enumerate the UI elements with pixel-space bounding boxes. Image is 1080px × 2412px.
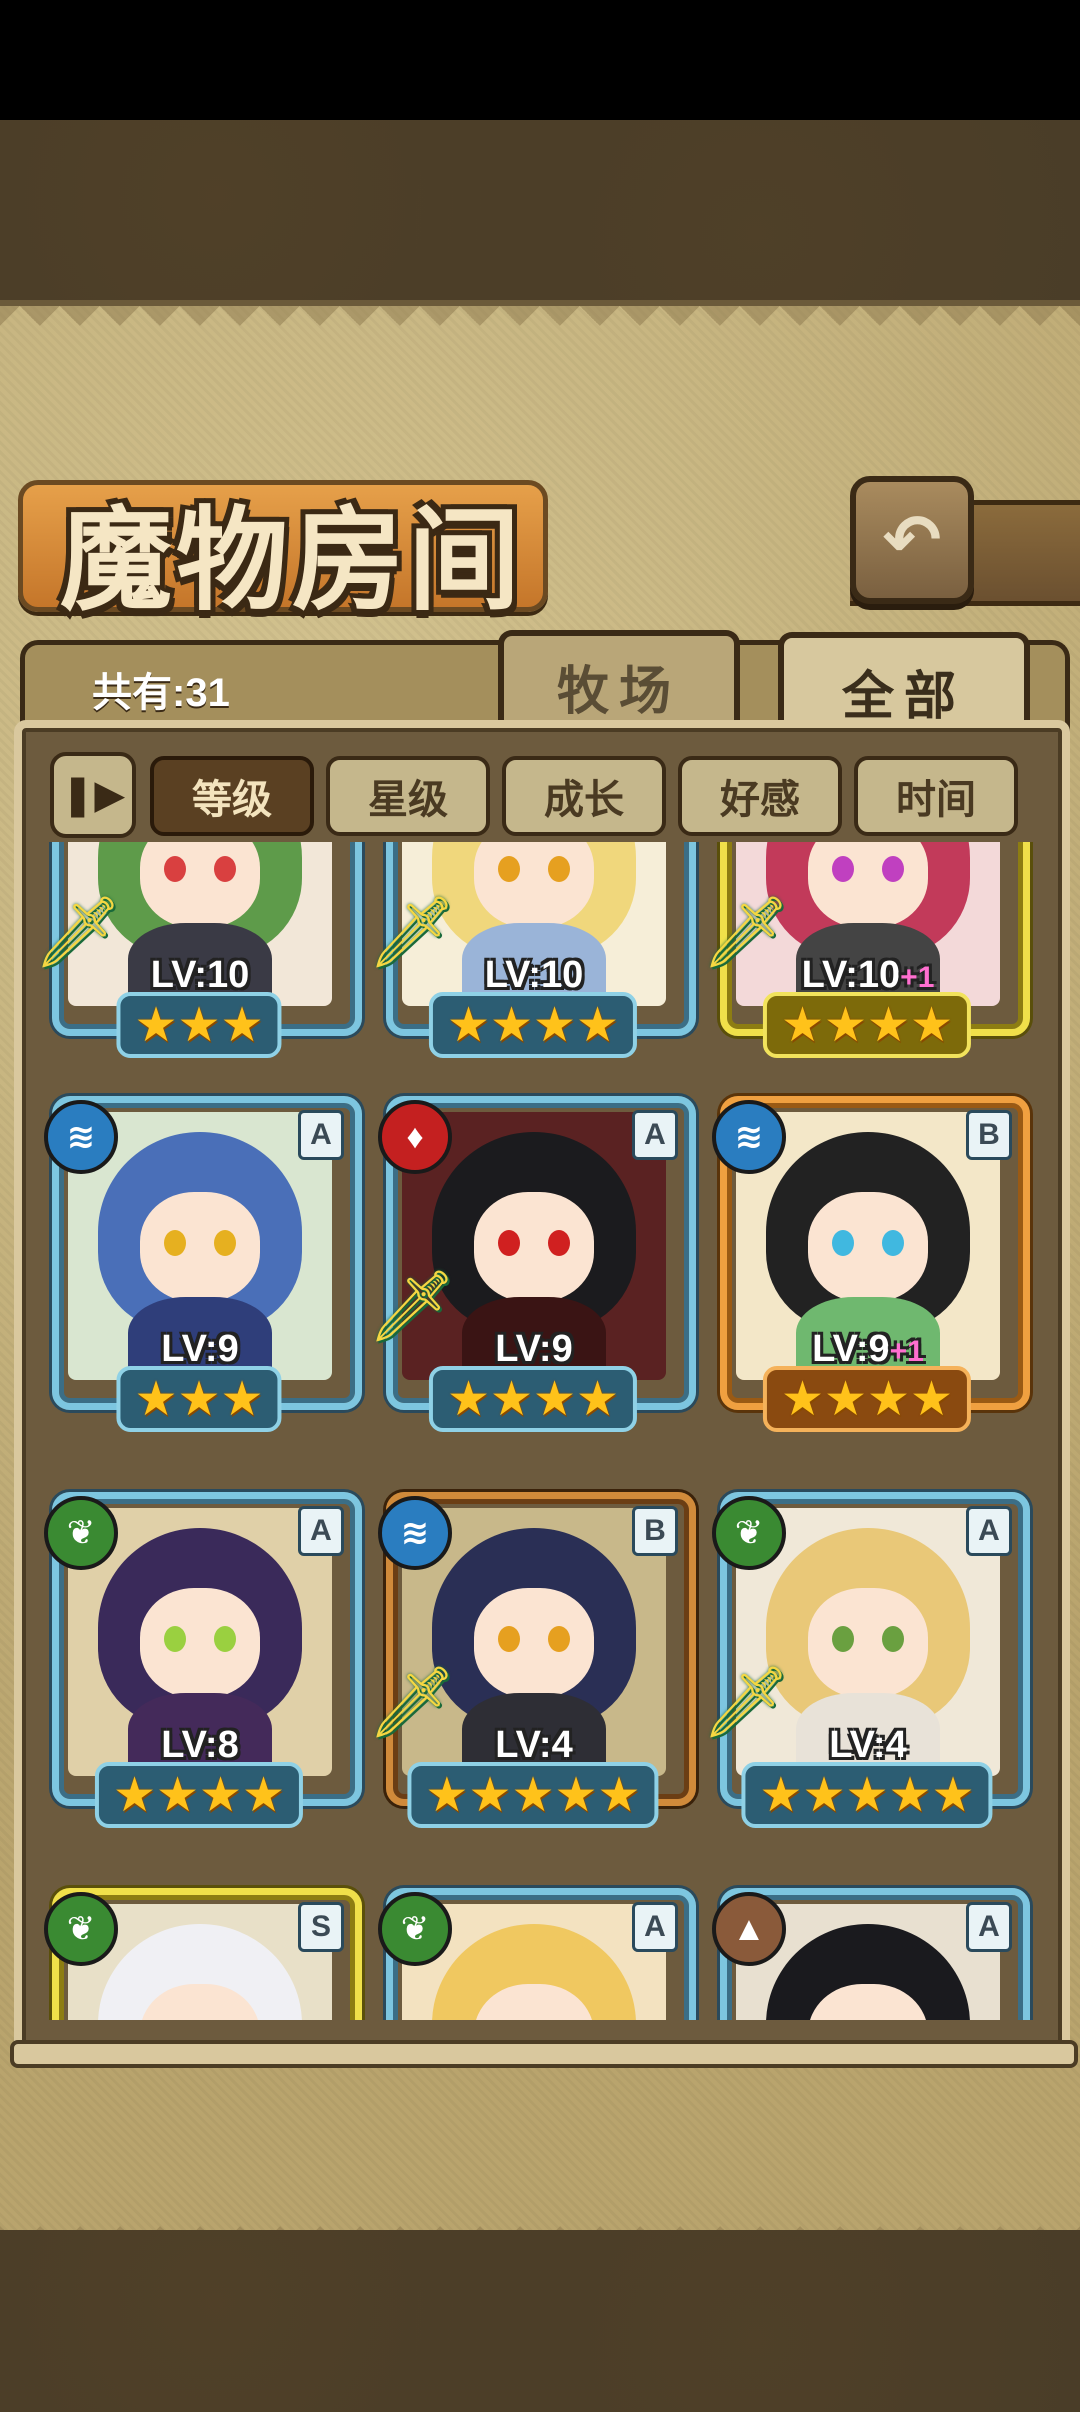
water-element-icon: ≋ — [378, 1496, 452, 1570]
monster-card[interactable]: ❦ A LV:8 ★★★★ — [40, 1492, 362, 1828]
monster-card[interactable]: ≋ B LV:9+1 ★★★★ — [708, 1096, 1030, 1432]
sort-time-button[interactable]: 时间 — [854, 756, 1018, 836]
rank-badge: A — [632, 1902, 678, 1952]
map-background-bottom — [0, 2230, 1080, 2412]
level-label: LV:9 — [414, 1328, 654, 1371]
level-value: LV:8 — [161, 1724, 239, 1766]
monster-card[interactable]: 🗡 LV:10+1 ★★★★ — [702, 842, 1030, 1058]
level-label: LV:9+1 — [748, 1328, 988, 1371]
star-rating: ★★★★★ — [407, 1762, 659, 1828]
rank-badge: A — [298, 1110, 344, 1160]
monster-card[interactable]: 🗡 LV:10 ★★★ — [40, 842, 362, 1058]
level-label: LV:9 — [80, 1328, 320, 1371]
monster-card[interactable]: ❦ A — [374, 1888, 696, 2020]
level-label: LV:4 — [748, 1724, 988, 1767]
monster-card[interactable]: 🗡 LV:10 ★★★★ — [368, 842, 696, 1058]
level-value: LV:9 — [161, 1328, 239, 1370]
rank-badge: B — [966, 1110, 1012, 1160]
star-rating: ★★★★ — [428, 1366, 638, 1432]
monster-card[interactable]: ≋ B 🗡 LV:4 ★★★★★ — [368, 1492, 696, 1828]
rank-badge: A — [632, 1110, 678, 1160]
monster-card[interactable]: ♦ A 🗡 LV:9 ★★★★ — [368, 1096, 696, 1432]
level-value: LV:10 — [801, 954, 901, 996]
map-background-top — [0, 120, 1080, 310]
earth-element-icon: ▲ — [712, 1892, 786, 1966]
list-bottom-border — [10, 2040, 1078, 2068]
level-value: LV:10 — [484, 954, 584, 996]
water-element-icon: ≋ — [712, 1100, 786, 1174]
level-value: LV:10 — [150, 954, 250, 996]
level-value: LV:4 — [829, 1724, 907, 1766]
level-label: LV:10 — [414, 954, 654, 997]
page-title: 魔物房间 — [60, 496, 524, 626]
level-label: LV:10 — [80, 954, 320, 997]
sort-star-button[interactable]: 星级 — [326, 756, 490, 836]
fire-element-icon: ♦ — [378, 1100, 452, 1174]
level-bonus: +1 — [889, 1335, 924, 1368]
star-rating: ★★★ — [116, 1366, 282, 1432]
pause-icon: ❚▶ — [60, 773, 126, 817]
level-value: LV:9 — [812, 1328, 890, 1370]
grass-element-icon: ❦ — [378, 1892, 452, 1966]
status-bar — [0, 0, 1080, 120]
star-rating: ★★★ — [116, 992, 282, 1058]
water-element-icon: ≋ — [44, 1100, 118, 1174]
sort-level-button[interactable]: 等级 — [150, 756, 314, 836]
zigzag-border-top — [0, 306, 1080, 346]
monster-card[interactable]: ❦ S — [40, 1888, 362, 2020]
monster-card[interactable]: ≋ A LV:9 ★★★ — [40, 1096, 362, 1432]
sort-affection-button[interactable]: 好感 — [678, 756, 842, 836]
level-bonus: +1 — [900, 961, 935, 994]
rank-badge: A — [298, 1506, 344, 1556]
sort-order-toggle[interactable]: ❚▶ — [50, 752, 136, 838]
return-icon: ↶ — [882, 501, 942, 579]
rank-badge: S — [298, 1902, 344, 1952]
rank-badge: A — [966, 1506, 1012, 1556]
sort-growth-button[interactable]: 成长 — [502, 756, 666, 836]
level-label: LV:4 — [414, 1724, 654, 1767]
level-value: LV:9 — [495, 1328, 573, 1370]
grass-element-icon: ❦ — [44, 1892, 118, 1966]
star-rating: ★★★★ — [762, 992, 972, 1058]
back-button[interactable]: ↶ — [850, 476, 974, 604]
star-rating: ★★★★★ — [741, 1762, 993, 1828]
rank-badge: A — [966, 1902, 1012, 1952]
monster-card[interactable]: ❦ A 🗡 LV:4 ★★★★★ — [702, 1492, 1030, 1828]
monster-card[interactable]: ▲ A — [708, 1888, 1030, 2020]
grass-element-icon: ❦ — [44, 1496, 118, 1570]
level-label: LV:8 — [80, 1724, 320, 1767]
level-value: LV:4 — [495, 1724, 573, 1766]
monster-grid[interactable]: 🗡 LV:10 ★★★ 🗡 LV:10 ★★★★ 🗡 LV:10+1 ★★★★ ≋ A LV:9 ★★★… — [40, 842, 1038, 2020]
star-rating: ★★★★ — [94, 1762, 304, 1828]
grass-element-icon: ❦ — [712, 1496, 786, 1570]
star-rating: ★★★★ — [762, 1366, 972, 1432]
monster-count: 共有:31 — [92, 671, 230, 715]
star-rating: ★★★★ — [428, 992, 638, 1058]
level-label: LV:10+1 — [748, 954, 988, 997]
rank-badge: B — [632, 1506, 678, 1556]
